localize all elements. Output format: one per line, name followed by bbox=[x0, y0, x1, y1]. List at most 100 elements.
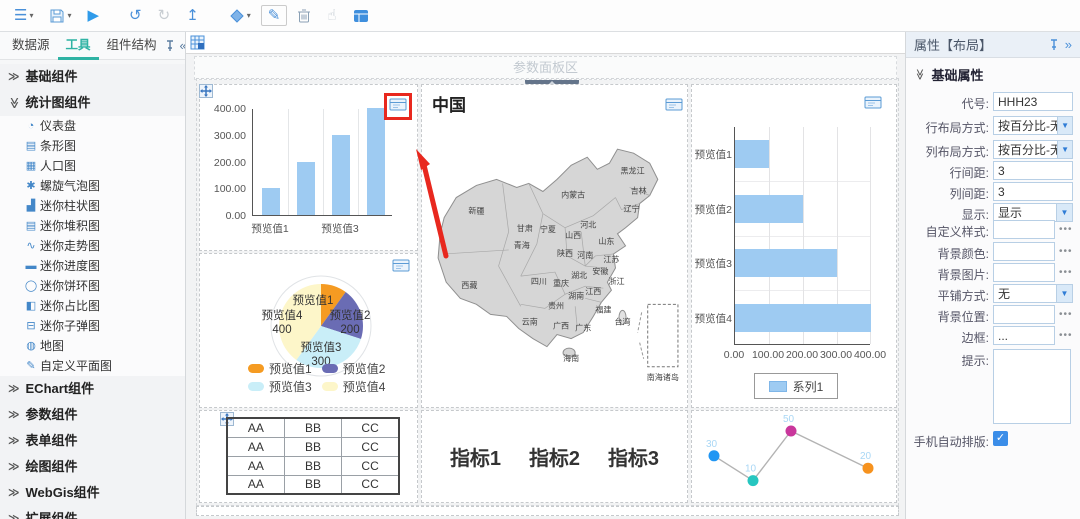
china-map-panel[interactable]: 中国 bbox=[421, 84, 688, 408]
province-label: 黑龙江 bbox=[621, 165, 645, 175]
group-header-1[interactable]: ≫统计图组件 bbox=[0, 90, 185, 116]
tree-item-mini-ratio[interactable]: ◧迷你占比图 bbox=[0, 296, 185, 316]
tree-item-mini-trend[interactable]: ∿迷你走势图 bbox=[0, 236, 185, 256]
table-cell[interactable]: AA bbox=[227, 456, 284, 475]
field-textarea[interactable] bbox=[993, 349, 1071, 424]
chevron-icon: ≫ bbox=[8, 506, 20, 519]
table-cell[interactable]: BB bbox=[284, 437, 341, 456]
table-cell[interactable]: BB bbox=[284, 418, 341, 437]
chart-edit-icon[interactable] bbox=[665, 97, 683, 112]
pin-icon[interactable] bbox=[1049, 39, 1059, 51]
format-icon[interactable]: ▾ bbox=[223, 7, 257, 25]
move-handle-icon[interactable] bbox=[199, 84, 213, 98]
table-cell[interactable]: CC bbox=[342, 456, 399, 475]
ellipsis-button[interactable]: ••• bbox=[1059, 246, 1073, 257]
field-input[interactable] bbox=[993, 242, 1055, 261]
table-cell[interactable]: AA bbox=[227, 437, 284, 456]
hbar-chart-panel[interactable]: 预览值1预览值2预览值3预览值4 0.00100.00200.00300.004… bbox=[691, 84, 897, 408]
field-input[interactable] bbox=[993, 220, 1055, 239]
tab-datasource[interactable]: 数据源 bbox=[4, 32, 58, 60]
field-input[interactable]: ... bbox=[993, 326, 1055, 345]
line-chart-panel[interactable]: 30105020 bbox=[691, 410, 897, 503]
field-label: 平铺方式: bbox=[906, 287, 989, 304]
tree-item-gauge[interactable]: ◔仪表盘 bbox=[0, 116, 185, 136]
table-cell[interactable]: CC bbox=[342, 418, 399, 437]
table-cell[interactable]: CC bbox=[342, 437, 399, 456]
design-surface[interactable]: 参数面板区 400.00300.00200.00100.000.00 预览值1预… bbox=[186, 54, 905, 519]
point-value-label: 10 bbox=[745, 464, 757, 475]
save-icon[interactable]: ▾ bbox=[43, 6, 77, 26]
checkbox-checked[interactable]: ✓ bbox=[993, 431, 1008, 446]
data-table[interactable]: AABBCCAABBCCAABBCCAABBCC bbox=[226, 417, 400, 495]
report-grid-icon[interactable] bbox=[190, 35, 206, 51]
tree-item-map[interactable]: ◍地图 bbox=[0, 336, 185, 356]
field-select[interactable]: 无▼ bbox=[993, 284, 1073, 303]
chart-edit-icon[interactable] bbox=[392, 258, 410, 273]
tab-tools[interactable]: 工具 bbox=[58, 32, 99, 60]
group-header-3[interactable]: ≫参数组件 bbox=[0, 402, 185, 428]
group-header-7[interactable]: ≫扩展组件 bbox=[0, 506, 185, 519]
group-header-2[interactable]: ≫EChart组件 bbox=[0, 376, 185, 402]
pin-icon[interactable] bbox=[165, 40, 175, 52]
collapse-right-icon[interactable]: » bbox=[1065, 37, 1072, 52]
category-label: 预览值4 bbox=[693, 311, 732, 326]
table-cell[interactable]: BB bbox=[284, 456, 341, 475]
tree-item-spiral-bubble[interactable]: ✱螺旋气泡图 bbox=[0, 176, 185, 196]
tree-item-mini-stack[interactable]: ▤迷你堆积图 bbox=[0, 216, 185, 236]
tab-structure[interactable]: 组件结构 bbox=[99, 32, 165, 60]
field-input[interactable]: HHH23 bbox=[993, 92, 1073, 111]
hand-icon[interactable]: ☝ bbox=[321, 6, 342, 25]
sidebar-tabs: 数据源 工具 组件结构 « bbox=[0, 32, 185, 60]
field-input[interactable] bbox=[993, 305, 1055, 324]
tree-item-barh-chart[interactable]: ▤条形图 bbox=[0, 136, 185, 156]
pie-label: 预览值1 bbox=[293, 293, 334, 307]
ellipsis-button[interactable]: ••• bbox=[1059, 309, 1073, 320]
section-basic-properties[interactable]: ≫ 基础属性 bbox=[914, 65, 984, 84]
map-title: 中国 bbox=[432, 91, 466, 116]
tree-item-mini-column[interactable]: ▟迷你柱状图 bbox=[0, 196, 185, 216]
table-panel[interactable]: AABBCCAABBCCAABBCCAABBCC bbox=[199, 410, 418, 503]
delete-icon[interactable] bbox=[291, 6, 317, 26]
field-input[interactable] bbox=[993, 263, 1055, 282]
metrics-panel[interactable]: 指标1 指标2 指标3 bbox=[421, 410, 688, 503]
line-chart: 30105020 bbox=[692, 411, 896, 502]
legend-label: 系列1 bbox=[793, 378, 824, 395]
field-select[interactable]: 按百分比-无▼ bbox=[993, 140, 1073, 159]
ellipsis-button[interactable]: ••• bbox=[1059, 224, 1073, 235]
run-icon[interactable]: ▶ bbox=[81, 6, 105, 25]
province-label: 四川 bbox=[531, 277, 547, 286]
category-label: 预览值1 bbox=[693, 147, 732, 162]
table-cell[interactable]: AA bbox=[227, 475, 284, 494]
redo-icon[interactable]: ↻ bbox=[152, 6, 177, 25]
group-header-4[interactable]: ≫表单组件 bbox=[0, 428, 185, 454]
field-input[interactable]: 3 bbox=[993, 161, 1073, 180]
table-cell[interactable]: AA bbox=[227, 418, 284, 437]
column-chart-panel[interactable]: 400.00300.00200.00100.000.00 预览值1预览值3 bbox=[199, 84, 418, 251]
legend-item: 预览值4 bbox=[322, 378, 386, 395]
group-header-6[interactable]: ≫WebGis组件 bbox=[0, 480, 185, 506]
parameter-panel[interactable]: 参数面板区 bbox=[194, 56, 897, 80]
bar bbox=[262, 188, 280, 215]
upload-icon[interactable]: ↥ bbox=[180, 6, 205, 25]
field-select[interactable]: 按百分比-无▼ bbox=[993, 116, 1073, 135]
chart-edit-icon[interactable] bbox=[864, 95, 882, 110]
table-cell[interactable]: BB bbox=[284, 475, 341, 494]
tree-item-population-chart[interactable]: ▦人口图 bbox=[0, 156, 185, 176]
undo-icon[interactable]: ↺ bbox=[123, 6, 148, 25]
edit-pencil-icon[interactable]: ✎ bbox=[261, 5, 288, 26]
tree-item-mini-progress[interactable]: ▬迷你进度图 bbox=[0, 256, 185, 276]
pie-chart-panel[interactable]: 预览值1预览值2200预览值4400预览值3300 预览值1预览值2 预览值3预… bbox=[199, 253, 418, 408]
tree-item-mini-donut[interactable]: ◯迷你饼环图 bbox=[0, 276, 185, 296]
custom-plan-icon: ✎ bbox=[22, 356, 40, 376]
ellipsis-button[interactable]: ••• bbox=[1059, 267, 1073, 278]
layout-panel-icon[interactable] bbox=[347, 7, 375, 25]
table-cell[interactable]: CC bbox=[342, 475, 399, 494]
group-header-5[interactable]: ≫绘图组件 bbox=[0, 454, 185, 480]
empty-row-panel[interactable] bbox=[196, 506, 899, 516]
tree-item-custom-plan[interactable]: ✎自定义平面图 bbox=[0, 356, 185, 376]
ellipsis-button[interactable]: ••• bbox=[1059, 330, 1073, 341]
menu-icon[interactable]: ☰▾ bbox=[8, 6, 39, 25]
tree-item-mini-bullet[interactable]: ⊟迷你子弹图 bbox=[0, 316, 185, 336]
field-input[interactable]: 3 bbox=[993, 182, 1073, 201]
group-header-0[interactable]: ≫基础组件 bbox=[0, 64, 185, 90]
